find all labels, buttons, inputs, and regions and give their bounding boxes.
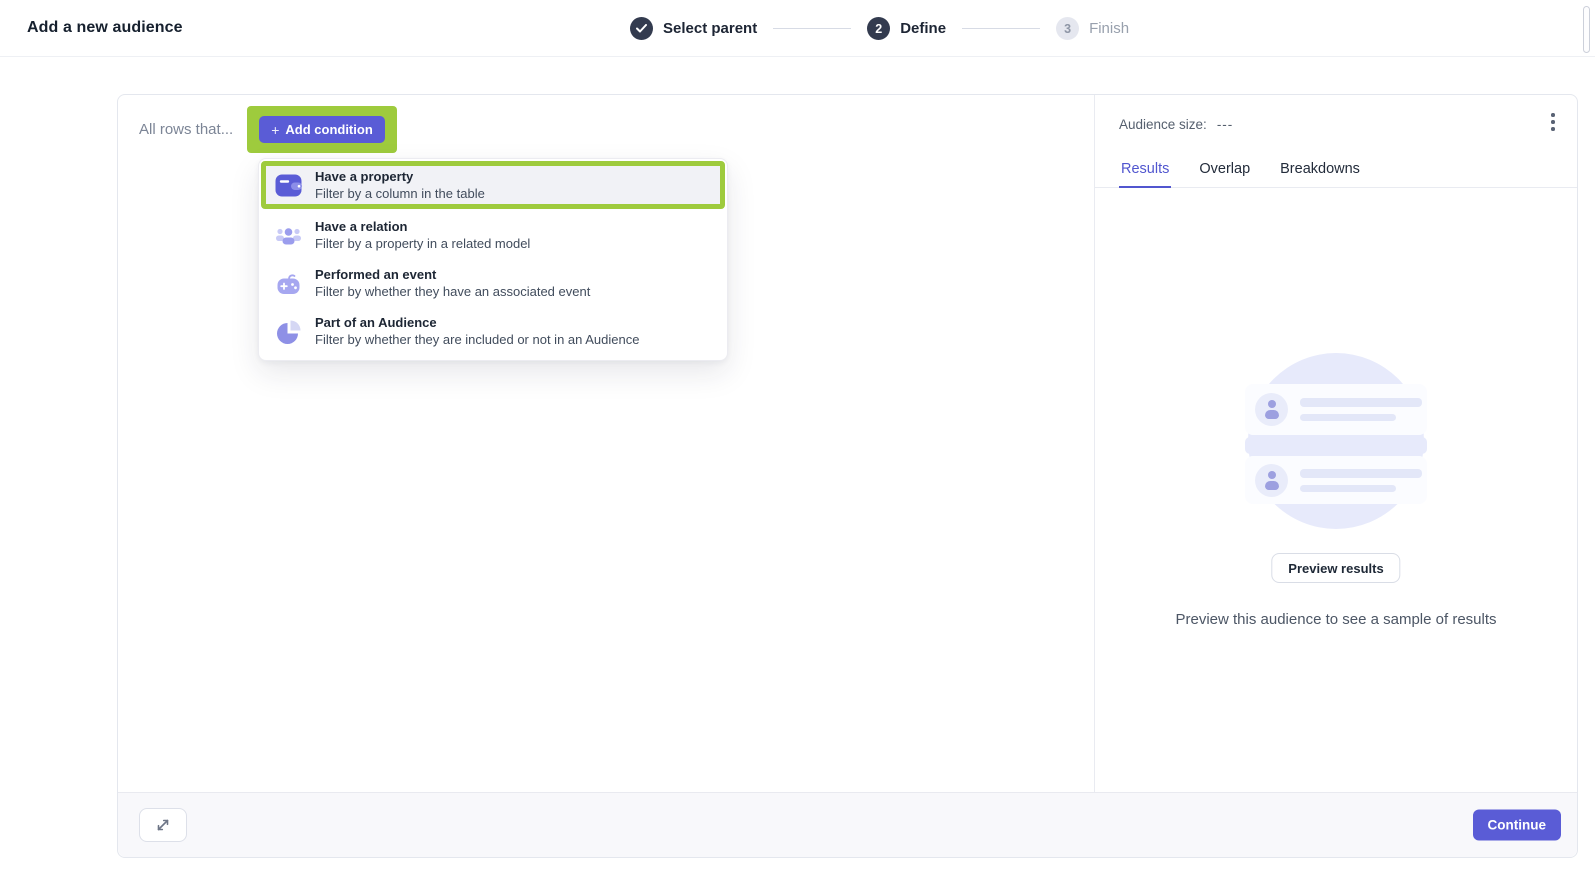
stepper: Select parent 2 Define 3 Finish (630, 0, 1129, 57)
avatar (1255, 464, 1288, 497)
audience-size-label: Audience size: (1119, 117, 1207, 132)
step-number: 3 (1056, 17, 1079, 40)
results-tabs: Results Overlap Breakdowns (1095, 160, 1577, 188)
scrollbar-thumb[interactable] (1583, 6, 1590, 53)
step-label: Define (900, 20, 946, 37)
continue-button[interactable]: Continue (1473, 810, 1562, 841)
menu-item-performed-an-event[interactable]: Performed an event Filter by whether the… (259, 259, 727, 307)
menu-item-part-of-an-audience[interactable]: Part of an Audience Filter by whether th… (259, 307, 727, 355)
tab-overlap[interactable]: Overlap (1197, 160, 1252, 187)
menu-item-description: Filter by a column in the table (315, 186, 485, 201)
condition-type-menu: Have a property Filter by a column in th… (258, 158, 728, 361)
empty-state-illustration (1245, 353, 1427, 529)
step-complete-indicator (630, 17, 653, 40)
expand-arrows-icon (155, 817, 171, 833)
controller-icon (275, 270, 302, 297)
step-define[interactable]: 2 Define (867, 17, 946, 40)
check-icon (636, 24, 647, 33)
kebab-menu-icon[interactable] (1541, 109, 1565, 135)
highlight-add-condition: + Add condition (247, 106, 397, 153)
illustration-row-card (1245, 456, 1427, 504)
step-number: 2 (867, 17, 890, 40)
page-title: Add a new audience (27, 19, 183, 37)
step-label: Select parent (663, 20, 757, 37)
illustration-row-card (1245, 384, 1427, 435)
menu-item-title: Performed an event (315, 267, 590, 282)
audience-size-row: Audience size: --- (1119, 117, 1233, 132)
tab-results[interactable]: Results (1119, 160, 1171, 188)
audience-size-value: --- (1217, 117, 1234, 132)
add-condition-button[interactable]: + Add condition (259, 116, 385, 143)
step-connector (962, 28, 1040, 29)
step-label: Finish (1089, 20, 1129, 37)
menu-item-title: Part of an Audience (315, 315, 639, 330)
step-connector (773, 28, 851, 29)
menu-item-title: Have a relation (315, 219, 530, 234)
menu-item-description: Filter by a property in a related model (315, 236, 530, 251)
tab-breakdowns[interactable]: Breakdowns (1278, 160, 1362, 187)
illustration-band (1245, 437, 1427, 454)
wallet-icon (275, 172, 302, 199)
plus-icon: + (271, 122, 279, 138)
menu-item-title: Have a property (315, 169, 485, 184)
step-select-parent[interactable]: Select parent (630, 17, 757, 40)
menu-item-description: Filter by whether they are included or n… (315, 332, 639, 347)
card-footer: Continue (118, 792, 1577, 857)
page-header: Add a new audience Select parent 2 Defin… (0, 0, 1595, 57)
people-icon (275, 222, 302, 249)
pie-chart-icon (275, 318, 302, 345)
avatar (1255, 393, 1288, 426)
menu-item-description: Filter by whether they have an associate… (315, 284, 590, 299)
audience-builder-card: All rows that... + Add condition Have a … (117, 94, 1578, 858)
menu-item-have-a-property[interactable]: Have a property Filter by a column in th… (261, 161, 725, 209)
builder-row: All rows that... + Add condition (139, 106, 397, 153)
step-finish: 3 Finish (1056, 17, 1129, 40)
add-condition-label: Add condition (285, 122, 372, 137)
preview-results-button[interactable]: Preview results (1271, 553, 1400, 583)
empty-state-caption: Preview this audience to see a sample of… (1095, 611, 1577, 628)
expand-button[interactable] (139, 808, 187, 842)
menu-item-have-a-relation[interactable]: Have a relation Filter by a property in … (259, 211, 727, 259)
scope-label: All rows that... (139, 121, 233, 138)
results-panel: Audience size: --- Results Overlap Break… (1094, 95, 1577, 794)
